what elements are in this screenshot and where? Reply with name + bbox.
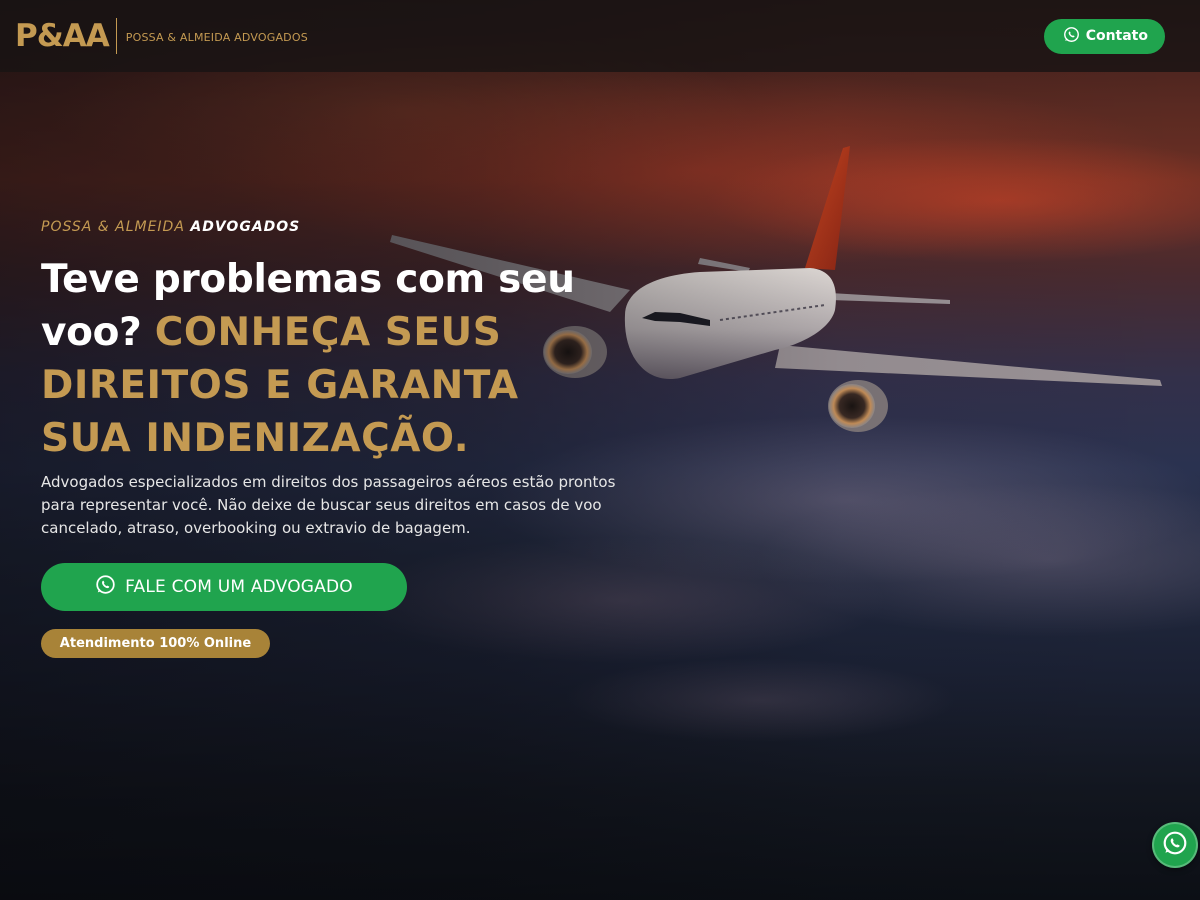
- talk-to-lawyer-button[interactable]: FALE COM UM ADVOGADO: [41, 563, 407, 611]
- whatsapp-icon: [1063, 26, 1080, 47]
- whatsapp-icon: [1162, 830, 1188, 861]
- floating-whatsapp-button[interactable]: [1152, 822, 1198, 868]
- whatsapp-icon: [95, 574, 116, 600]
- eyebrow-strong: ADVOGADOS: [190, 219, 301, 235]
- eyebrow-light: POSSA & ALMEIDA: [41, 219, 185, 235]
- logo-text: POSSA & ALMEIDA ADVOGADOS: [125, 30, 308, 44]
- logo[interactable]: P&AA: [15, 20, 110, 52]
- cta-label: FALE COM UM ADVOGADO: [125, 577, 353, 597]
- hero-content: POSSA & ALMEIDA ADVOGADOS Teve problemas…: [41, 219, 621, 540]
- hero-description: Advogados especializados em direitos dos…: [41, 473, 616, 537]
- site-header: P&AA POSSA & ALMEIDA ADVOGADOS Contato: [0, 0, 1200, 72]
- contact-button[interactable]: Contato: [1043, 18, 1165, 54]
- logo-divider: [115, 18, 117, 54]
- eyebrow: POSSA & ALMEIDA ADVOGADOS: [41, 219, 621, 239]
- contact-label: Contato: [1085, 28, 1148, 44]
- page-title: Teve problemas com seu voo? CONHEÇA SEUS…: [41, 253, 621, 465]
- online-service-badge: Atendimento 100% Online: [41, 629, 270, 658]
